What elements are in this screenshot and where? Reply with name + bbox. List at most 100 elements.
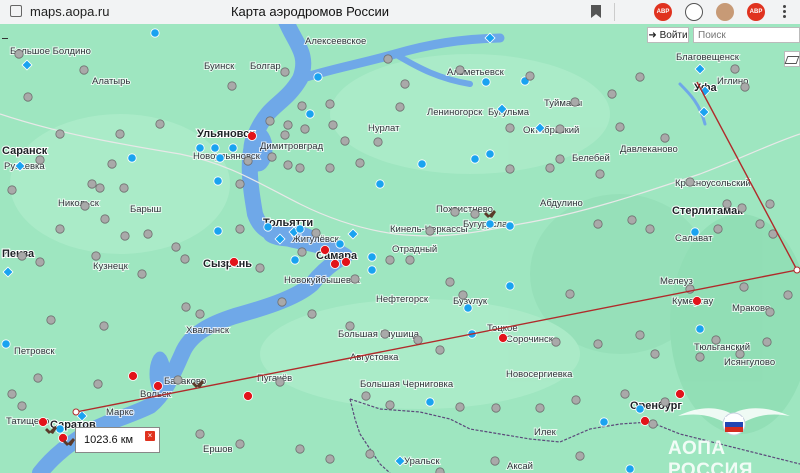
aerodrome-marker[interactable] xyxy=(181,302,191,312)
aerodrome-marker[interactable] xyxy=(267,152,277,162)
aerodrome-marker[interactable] xyxy=(128,371,138,381)
aerodrome-marker[interactable] xyxy=(551,337,561,347)
aerodrome-marker[interactable] xyxy=(405,255,415,265)
heliport-marker[interactable] xyxy=(347,228,359,240)
aerodrome-marker[interactable] xyxy=(555,154,565,164)
aerodrome-marker[interactable] xyxy=(243,391,253,401)
aerodrome-marker[interactable] xyxy=(383,54,393,64)
aerodrome-marker[interactable] xyxy=(355,158,365,168)
aerodrome-marker[interactable] xyxy=(277,297,287,307)
aerodrome-marker[interactable] xyxy=(463,303,473,313)
aerodrome-marker[interactable] xyxy=(470,209,480,219)
aerodrome-marker[interactable] xyxy=(307,309,317,319)
aerodrome-marker[interactable] xyxy=(283,160,293,170)
aerodrome-marker[interactable] xyxy=(330,259,340,269)
aerodrome-marker[interactable] xyxy=(235,439,245,449)
aerodrome-marker[interactable] xyxy=(498,333,508,343)
aerodrome-marker[interactable] xyxy=(137,269,147,279)
browser-menu-icon[interactable] xyxy=(783,3,787,21)
aerodrome-marker[interactable] xyxy=(385,255,395,265)
aerodrome-marker[interactable] xyxy=(620,389,630,399)
aerodrome-marker[interactable] xyxy=(505,221,515,231)
aerodrome-marker[interactable] xyxy=(367,252,377,262)
aerodrome-marker[interactable] xyxy=(380,329,390,339)
aerodrome-marker[interactable] xyxy=(38,417,48,427)
aerodrome-marker[interactable] xyxy=(325,99,335,109)
adblock-extension-icon[interactable]: ABP xyxy=(654,3,672,21)
aerodrome-marker[interactable] xyxy=(229,257,239,267)
aerodrome-marker[interactable] xyxy=(690,227,700,237)
aerodrome-marker[interactable] xyxy=(17,401,27,411)
aerodrome-marker[interactable] xyxy=(7,185,17,195)
aerodrome-marker[interactable] xyxy=(625,464,635,473)
aerodrome-marker[interactable] xyxy=(320,245,330,255)
aerodrome-marker[interactable] xyxy=(425,226,435,236)
aerodrome-marker[interactable] xyxy=(313,72,323,82)
aerodrome-marker[interactable] xyxy=(95,183,105,193)
aerodrome-marker[interactable] xyxy=(325,454,335,464)
aerodrome-marker[interactable] xyxy=(535,403,545,413)
aerodrome-marker[interactable] xyxy=(692,296,702,306)
search-input[interactable] xyxy=(693,27,800,43)
aerodrome-marker[interactable] xyxy=(150,28,160,38)
aerodrome-marker[interactable] xyxy=(340,136,350,146)
aerodrome-marker[interactable] xyxy=(455,402,465,412)
aerodrome-marker[interactable] xyxy=(615,122,625,132)
aerodrome-marker[interactable] xyxy=(265,116,275,126)
aerodrome-marker[interactable] xyxy=(599,417,609,427)
aerodrome-marker[interactable] xyxy=(695,324,705,334)
aerodrome-marker[interactable] xyxy=(328,120,338,130)
heliport-marker[interactable] xyxy=(2,266,14,278)
aerodrome-marker[interactable] xyxy=(350,274,360,284)
aerodrome-marker[interactable] xyxy=(365,449,375,459)
aerodrome-marker[interactable] xyxy=(235,179,245,189)
aerodrome-marker[interactable] xyxy=(55,129,65,139)
aerodrome-marker[interactable] xyxy=(711,335,721,345)
aerodrome-marker[interactable] xyxy=(1,339,11,349)
aerodrome-marker[interactable] xyxy=(435,467,445,473)
aerodrome-marker[interactable] xyxy=(571,395,581,405)
aerodrome-marker[interactable] xyxy=(263,222,273,232)
aerodrome-marker[interactable] xyxy=(35,155,45,165)
aerodrome-marker[interactable] xyxy=(607,89,617,99)
aerodrome-marker[interactable] xyxy=(120,231,130,241)
aerodrome-marker[interactable] xyxy=(127,153,137,163)
aerodrome-marker[interactable] xyxy=(417,159,427,169)
close-icon[interactable]: × xyxy=(145,431,155,441)
aerodrome-marker[interactable] xyxy=(505,164,515,174)
aerodrome-marker[interactable] xyxy=(485,149,495,159)
aerodrome-marker[interactable] xyxy=(143,229,153,239)
aerodrome-marker[interactable] xyxy=(783,290,793,300)
aerodrome-marker[interactable] xyxy=(455,65,465,75)
aerodrome-marker[interactable] xyxy=(470,154,480,164)
aerodrome-marker[interactable] xyxy=(400,79,410,89)
aerodrome-marker[interactable] xyxy=(565,289,575,299)
aerodrome-marker[interactable] xyxy=(765,307,775,317)
aerodrome-marker[interactable] xyxy=(335,239,345,249)
aerodrome-marker[interactable] xyxy=(555,124,565,134)
aerodrome-marker[interactable] xyxy=(361,391,371,401)
aerodrome-marker[interactable] xyxy=(635,330,645,340)
globe-extension-icon[interactable] xyxy=(685,3,703,21)
aerodrome-marker[interactable] xyxy=(722,199,732,209)
aerodrome-marker[interactable] xyxy=(635,72,645,82)
aerodrome-marker[interactable] xyxy=(648,419,658,429)
aerodrome-marker[interactable] xyxy=(228,143,238,153)
aerodrome-marker[interactable] xyxy=(395,102,405,112)
aerodrome-marker[interactable] xyxy=(247,131,257,141)
aerodrome-marker[interactable] xyxy=(35,257,45,267)
aerodrome-marker[interactable] xyxy=(280,67,290,77)
aerodrome-marker[interactable] xyxy=(295,224,305,234)
aerodrome-marker[interactable] xyxy=(58,433,68,443)
aerodrome-marker[interactable] xyxy=(525,71,535,81)
heliport-marker[interactable] xyxy=(21,59,33,71)
aerodrome-marker[interactable] xyxy=(685,177,695,187)
aerodrome-marker[interactable] xyxy=(300,124,310,134)
aerodrome-marker[interactable] xyxy=(762,337,772,347)
heliport-marker[interactable] xyxy=(694,63,706,75)
aerodrome-marker[interactable] xyxy=(735,349,745,359)
aerodrome-marker[interactable] xyxy=(295,444,305,454)
aerodrome-marker[interactable] xyxy=(195,309,205,319)
aerodrome-marker[interactable] xyxy=(173,375,183,385)
aerodrome-marker[interactable] xyxy=(195,429,205,439)
